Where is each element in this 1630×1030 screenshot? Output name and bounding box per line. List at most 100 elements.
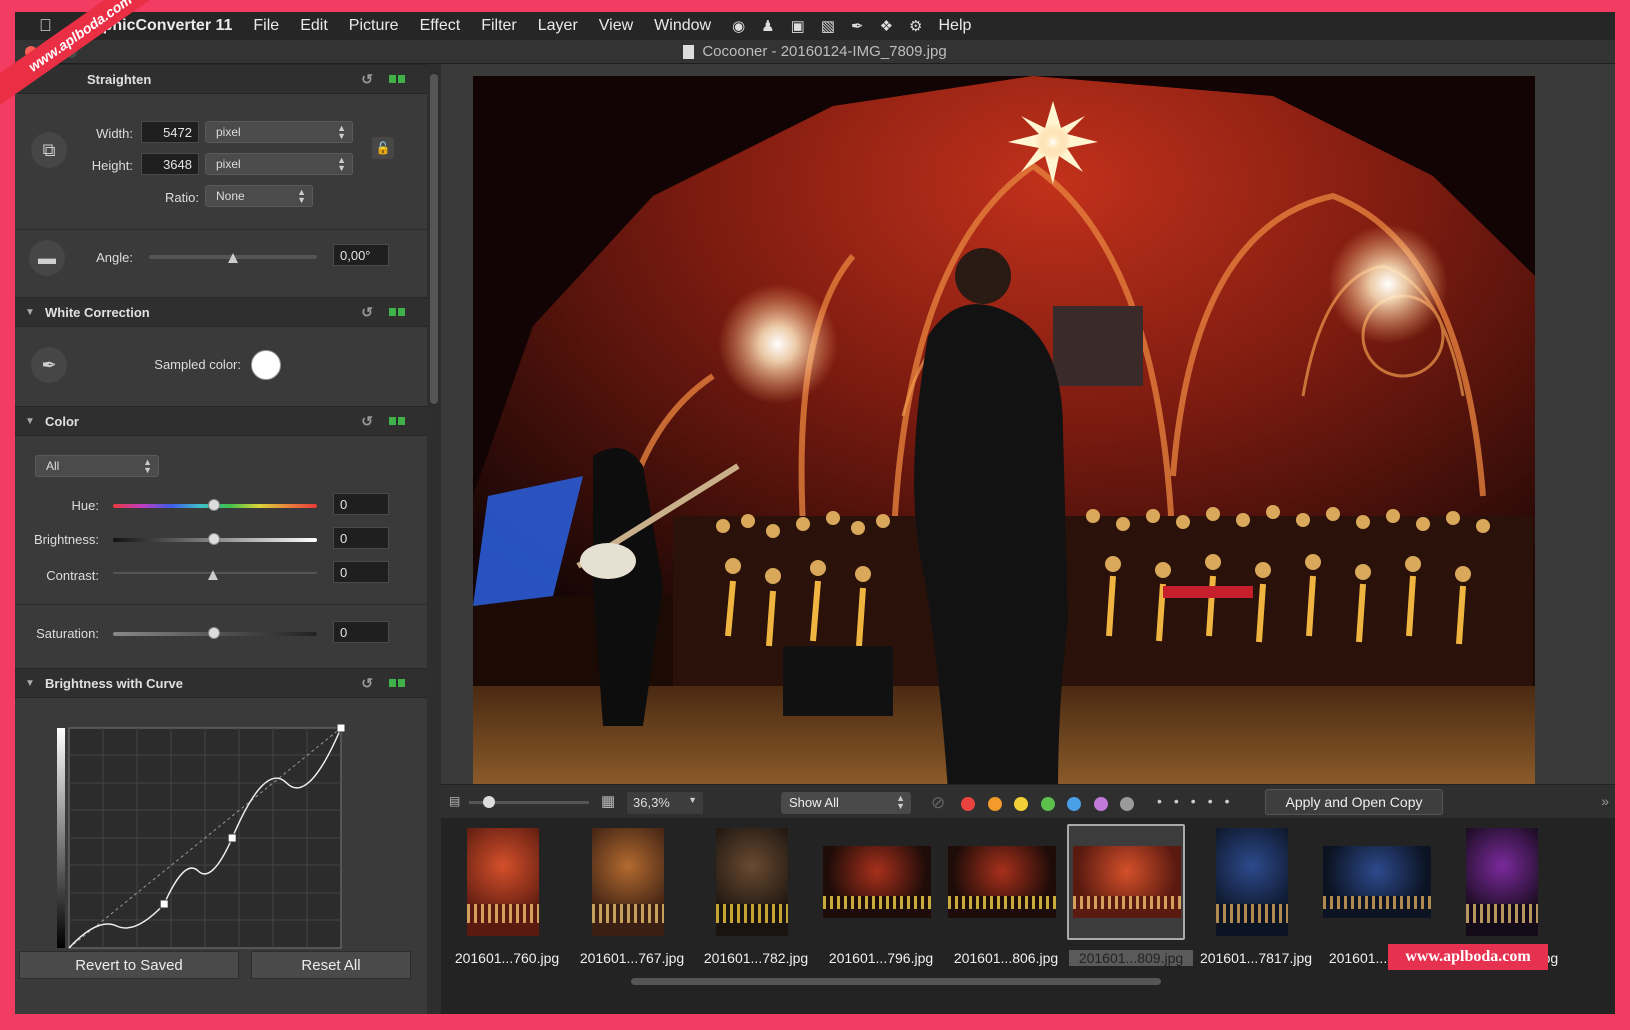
menu-window[interactable]: Window (654, 17, 711, 35)
revert-to-saved-button[interactable]: Revert to Saved (19, 951, 239, 979)
height-input[interactable]: 3648 (141, 153, 199, 175)
saturation-input[interactable]: 0 (333, 621, 389, 643)
color-channel-value: All (46, 459, 60, 473)
undo-icon[interactable]: ↺ (361, 304, 373, 321)
reset-all-button[interactable]: Reset All (251, 951, 411, 979)
thumbnail-size-handle[interactable] (483, 796, 495, 808)
color-label-dot[interactable] (1040, 797, 1055, 811)
no-label-icon[interactable]: ⊘ (931, 793, 945, 813)
undo-icon[interactable]: ↺ (361, 71, 373, 88)
select-arrows-icon: ▲ ▼ (143, 457, 152, 475)
eyedropper-tool-icon[interactable]: ✒ (31, 347, 67, 383)
color-label-dot[interactable] (1067, 797, 1081, 811)
panel-scrollbar[interactable] (427, 64, 441, 1014)
contrast-slider[interactable] (113, 570, 317, 580)
select-arrows-icon: ▲ ▼ (297, 187, 306, 205)
overflow-chevron-icon[interactable]: » (1601, 793, 1609, 809)
script-icon[interactable]: ❖ (880, 17, 893, 35)
strip-scrollbar-thumb[interactable] (631, 978, 1161, 985)
eyedropper-icon[interactable]: ✒ (851, 17, 864, 35)
section-header-straighten[interactable]: ▼ Straighten ↺ (15, 64, 427, 94)
rating-dots[interactable]: ••••• (1157, 793, 1242, 809)
panel-scrollbar-thumb[interactable] (430, 74, 438, 404)
angle-slider-handle[interactable] (228, 253, 238, 263)
sampled-color-swatch[interactable] (251, 350, 281, 380)
menu-file[interactable]: File (253, 17, 279, 35)
section-enable-toggle[interactable] (389, 308, 405, 316)
section-enable-toggle[interactable] (389, 75, 405, 83)
brightness-slider-handle[interactable] (208, 533, 220, 545)
menu-effect[interactable]: Effect (420, 17, 461, 35)
select-arrows-icon: ▲ ▼ (337, 123, 346, 141)
disclosure-triangle-icon[interactable]: ▼ (15, 416, 45, 427)
target-icon[interactable]: ◉ (732, 17, 745, 35)
brightness-slider[interactable] (113, 533, 317, 545)
curve-control-point[interactable] (227, 833, 237, 843)
section-header-brightness-curve[interactable]: ▼ Brightness with Curve ↺ (15, 668, 427, 698)
angle-input[interactable]: 0,00° (333, 244, 389, 266)
apply-and-open-copy-button[interactable]: Apply and Open Copy (1265, 789, 1443, 815)
thumbnail-caption: 201601...806.jpg (953, 950, 1059, 966)
disclosure-triangle-icon[interactable]: ▼ (15, 678, 45, 689)
angle-slider[interactable] (149, 253, 317, 263)
color-label-dot[interactable] (961, 797, 975, 811)
color-label-dot[interactable] (1014, 797, 1028, 811)
gear-icon[interactable]: ⚙ (909, 17, 922, 35)
disclosure-triangle-icon[interactable]: ▼ (15, 307, 45, 318)
thumbnail-caption: 201601...767.jpg (579, 950, 685, 966)
hue-input[interactable]: 0 (333, 493, 389, 515)
filter-select[interactable]: Show All ▲ ▼ (781, 792, 911, 814)
menu-help[interactable]: Help (938, 17, 971, 35)
height-unit-select[interactable]: pixel ▲ ▼ (205, 153, 353, 175)
thumbnail-choir (467, 904, 539, 923)
color-channel-select[interactable]: All ▲ ▼ (35, 455, 159, 477)
undo-icon[interactable]: ↺ (361, 675, 373, 692)
menu-view[interactable]: View (599, 17, 633, 35)
hue-slider[interactable] (113, 499, 317, 511)
straighten-icon[interactable]: ▬ (29, 240, 65, 276)
menu-edit[interactable]: Edit (300, 17, 328, 35)
thumbnail-size-slider[interactable] (469, 796, 589, 808)
curve-control-point[interactable] (159, 899, 169, 909)
color-label-dot[interactable] (1093, 797, 1108, 811)
width-unit-select[interactable]: pixel ▲ ▼ (205, 121, 353, 143)
person-icon[interactable]: ♟ (761, 17, 774, 35)
zoom-select[interactable]: 36,3% ▼ (627, 792, 703, 814)
crop-icon[interactable]: ⧉ (31, 132, 67, 168)
contrast-input[interactable]: 0 (333, 561, 389, 583)
contrast-slider-handle[interactable] (208, 570, 218, 580)
saturation-slider-handle[interactable] (208, 627, 220, 639)
section-enable-toggle[interactable] (389, 417, 405, 425)
color-label-dot[interactable] (987, 797, 1002, 811)
lock-ratio-icon[interactable]: 🔓 (372, 137, 394, 159)
thumbnail-choir (1073, 896, 1181, 909)
section-header-color[interactable]: ▼ Color ↺ (15, 406, 427, 436)
thumbnail-choir (1466, 904, 1538, 923)
large-thumbs-icon[interactable]: ▦ (601, 792, 615, 810)
main-photo[interactable] (473, 76, 1535, 784)
brightness-input[interactable]: 0 (333, 527, 389, 549)
browser-toolbar: ▤ ▦ 36,3% ▼ Show All ▲ ▼ ⊘ ••••• Apply an… (441, 784, 1615, 818)
menu-filter[interactable]: Filter (481, 17, 517, 35)
section-header-white-correction[interactable]: ▼ White Correction ↺ (15, 297, 427, 327)
thumbnail-caption: 201601...7817.jpg (1199, 950, 1313, 966)
ratio-select[interactable]: None ▲ ▼ (205, 185, 313, 207)
ratio-label: Ratio: (165, 190, 199, 205)
curve-editor[interactable] (53, 724, 353, 954)
color-label-dot[interactable] (1120, 797, 1134, 811)
thumbnail-image (467, 828, 539, 936)
menu-picture[interactable]: Picture (349, 17, 399, 35)
section-enable-toggle[interactable] (389, 679, 405, 687)
hue-label: Hue: (71, 498, 99, 513)
ratio-value: None (216, 189, 245, 203)
width-input[interactable]: 5472 (141, 121, 199, 143)
menu-layer[interactable]: Layer (538, 17, 578, 35)
hue-slider-handle[interactable] (208, 499, 220, 511)
clipboard-icon[interactable]: ▧ (821, 17, 835, 35)
camera-icon[interactable]: ▣ (791, 17, 805, 35)
curve-control-point[interactable] (336, 724, 346, 733)
small-thumbs-icon[interactable]: ▤ (449, 794, 460, 808)
undo-icon[interactable]: ↺ (361, 413, 373, 430)
saturation-slider[interactable] (113, 627, 317, 639)
divider (15, 229, 427, 230)
